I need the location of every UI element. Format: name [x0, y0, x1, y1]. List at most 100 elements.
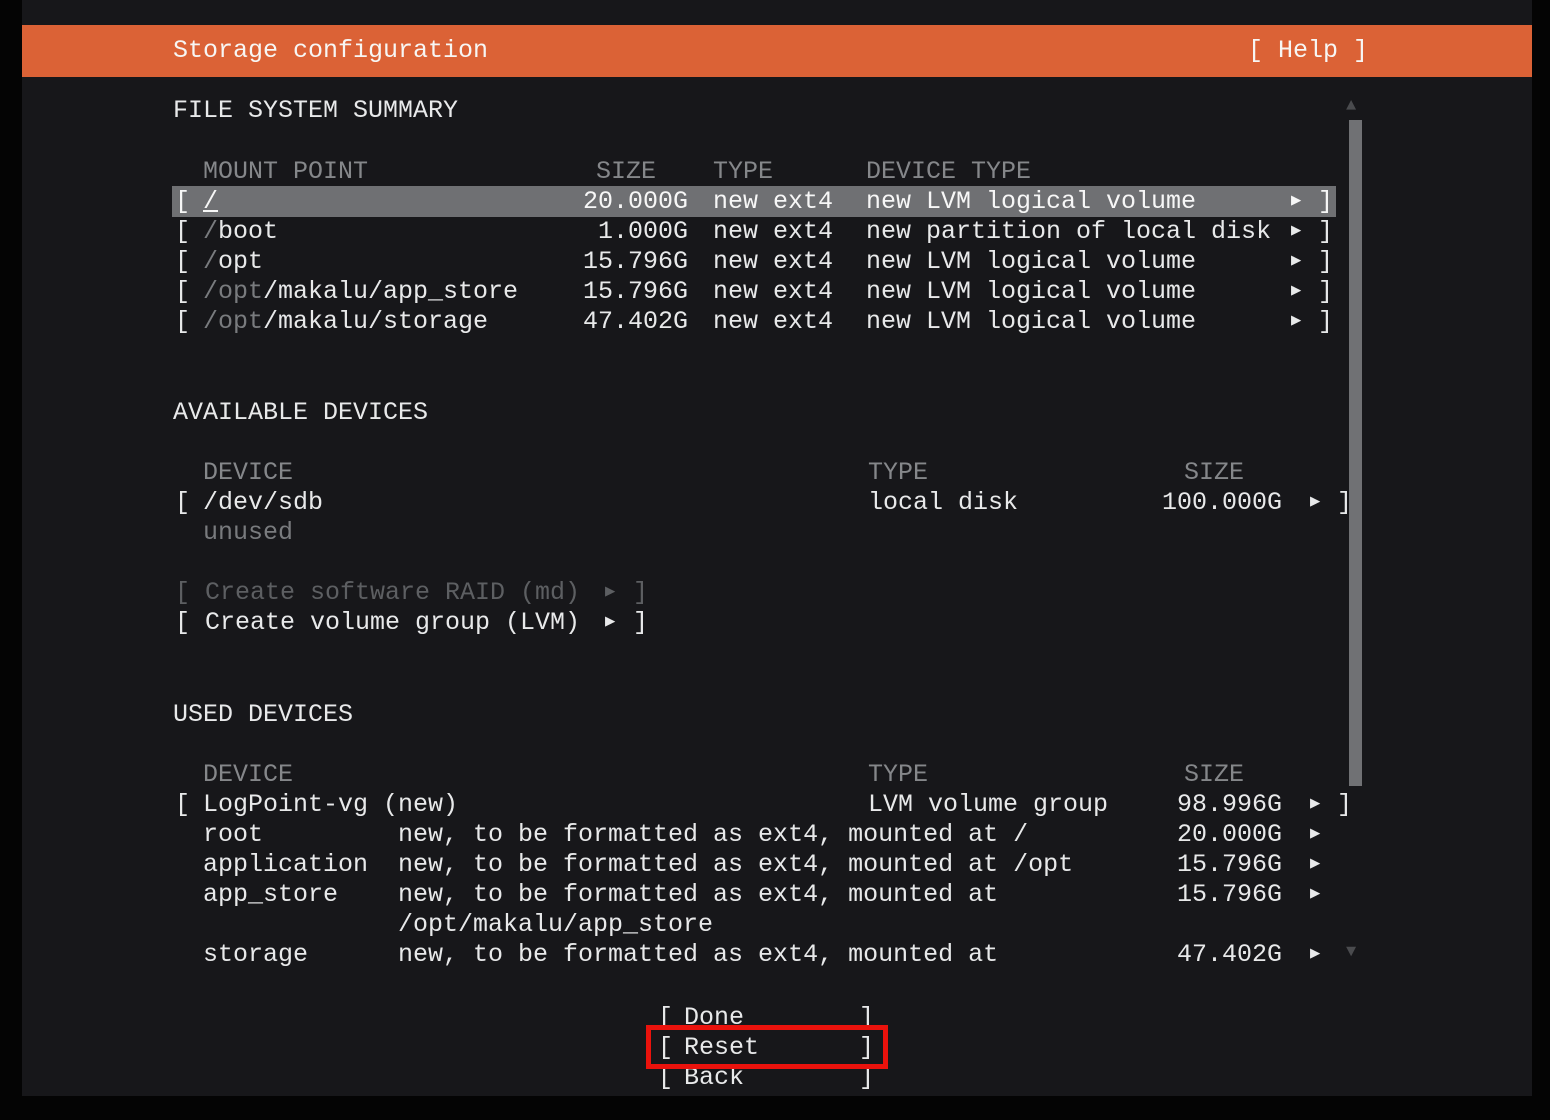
- size-value: 1.000G: [488, 217, 688, 247]
- mount-prefix: /opt: [203, 307, 263, 336]
- expand-arrow-icon: ▶: [1291, 217, 1301, 247]
- row-bracket: [: [175, 247, 190, 277]
- type-value: new ext4: [713, 277, 833, 307]
- fs-row-opt[interactable]: [ /opt 15.796G new ext4 new LVM logical …: [22, 247, 1532, 277]
- fs-summary-section: FILE SYSTEM SUMMARY: [22, 96, 1532, 126]
- row-bracket: ]: [633, 608, 648, 638]
- size-value: 98.996G: [1082, 790, 1282, 820]
- installer-screen: Storage configuration [ Help ] FILE SYST…: [22, 0, 1532, 1096]
- row-bracket: [: [175, 217, 190, 247]
- row-bracket: [: [175, 307, 190, 337]
- scrollbar-thumb[interactable]: [1349, 120, 1362, 786]
- create-volume-group-action[interactable]: [ Create volume group (LVM) ▶ ]: [22, 608, 1532, 638]
- volume-row-root[interactable]: root new, to be formatted as ext4, mount…: [22, 820, 1532, 850]
- expand-arrow-icon: ▶: [605, 608, 615, 638]
- row-bracket: [: [175, 488, 190, 518]
- type-value: new ext4: [713, 247, 833, 277]
- device-type-value: new LVM logical volume: [866, 277, 1196, 307]
- device-value: /dev/sdb: [203, 488, 323, 518]
- device-type-value: new LVM logical volume: [866, 247, 1196, 277]
- expand-arrow-icon: ▶: [1291, 247, 1301, 277]
- col-size: SIZE: [1184, 458, 1244, 488]
- used-devices-header-row: DEVICE TYPE SIZE: [22, 760, 1532, 790]
- create-volume-group-label: Create volume group (LVM): [205, 608, 580, 638]
- available-device-row-sdb[interactable]: [ /dev/sdb local disk 100.000G ▶ ]: [22, 488, 1532, 518]
- col-type: TYPE: [868, 458, 928, 488]
- mount-main: boot: [218, 217, 278, 246]
- col-device-type: DEVICE TYPE: [866, 157, 1031, 187]
- fs-summary-title: FILE SYSTEM SUMMARY: [173, 96, 458, 126]
- size-value: 47.402G: [1082, 940, 1282, 970]
- available-devices-title: AVAILABLE DEVICES: [173, 398, 428, 428]
- used-device-row-vg[interactable]: [ LogPoint-vg (new) LVM volume group 98.…: [22, 790, 1532, 820]
- col-mount-point: MOUNT POINT: [203, 157, 368, 187]
- type-value: new ext4: [713, 217, 833, 247]
- col-size: SIZE: [1184, 760, 1244, 790]
- fs-row-boot[interactable]: [ /boot 1.000G new ext4 new partition of…: [22, 217, 1532, 247]
- volume-name: root: [203, 820, 263, 850]
- row-bracket: [: [175, 790, 190, 820]
- volume-detail: new, to be formatted as ext4, mounted at: [398, 940, 998, 970]
- device-type-value: new LVM logical volume: [866, 307, 1196, 337]
- size-value: 47.402G: [488, 307, 688, 337]
- type-value: LVM volume group: [868, 790, 1108, 820]
- volume-row-application[interactable]: application new, to be formatted as ext4…: [22, 850, 1532, 880]
- volume-row-app-store[interactable]: app_store new, to be formatted as ext4, …: [22, 880, 1532, 910]
- mount-point-value: /: [203, 187, 218, 217]
- mount-main: opt: [218, 247, 263, 276]
- help-button-label[interactable]: Help: [1278, 25, 1338, 77]
- scroll-down-icon[interactable]: ▼: [1346, 944, 1356, 961]
- col-device: DEVICE: [203, 760, 293, 790]
- mount-prefix: /opt: [203, 277, 263, 306]
- title-bar: Storage configuration [ Help ]: [22, 25, 1532, 77]
- row-bracket: [: [175, 578, 190, 608]
- scroll-up-icon[interactable]: ▲: [1346, 98, 1356, 115]
- volume-name: application: [203, 850, 368, 880]
- size-value: 100.000G: [1082, 488, 1282, 518]
- size-value: 15.796G: [1082, 880, 1282, 910]
- volume-detail: new, to be formatted as ext4, mounted at: [398, 880, 998, 910]
- expand-arrow-icon: ▶: [605, 578, 615, 608]
- device-value: LogPoint-vg (new): [203, 790, 458, 820]
- device-type-value: new LVM logical volume: [866, 187, 1196, 217]
- expand-arrow-icon: ▶: [1310, 850, 1320, 880]
- expand-arrow-icon: ▶: [1310, 790, 1320, 820]
- mount-point-value: /opt/makalu/app_store: [203, 277, 518, 307]
- col-type: TYPE: [868, 760, 928, 790]
- expand-arrow-icon: ▶: [1291, 277, 1301, 307]
- mount-prefix: /: [203, 217, 218, 246]
- mount-main: /makalu/app_store: [263, 277, 518, 306]
- fs-row-app-store[interactable]: [ /opt/makalu/app_store 15.796G new ext4…: [22, 277, 1532, 307]
- row-bracket: [: [175, 187, 190, 217]
- type-value: new ext4: [713, 187, 833, 217]
- help-button-close[interactable]: ]: [1353, 25, 1368, 77]
- expand-arrow-icon: ▶: [1310, 940, 1320, 970]
- volume-name: storage: [203, 940, 308, 970]
- create-raid-action: [ Create software RAID (md) ▶ ]: [22, 578, 1532, 608]
- volume-row-storage[interactable]: storage new, to be formatted as ext4, mo…: [22, 940, 1532, 970]
- annotation-highlight-box: [646, 1025, 888, 1069]
- volume-detail-continued: /opt/makalu/app_store: [398, 910, 713, 940]
- volume-row-app-store-path: /opt/makalu/app_store: [22, 910, 1532, 940]
- device-type-value: new partition of local disk: [866, 217, 1271, 247]
- fs-summary-header-row: MOUNT POINT SIZE TYPE DEVICE TYPE: [22, 157, 1532, 187]
- row-bracket: [: [175, 608, 190, 638]
- fs-row-storage[interactable]: [ /opt/makalu/storage 47.402G new ext4 n…: [22, 307, 1532, 337]
- mount-main: /makalu/storage: [263, 307, 488, 336]
- size-value: 15.796G: [488, 277, 688, 307]
- size-value: 15.796G: [488, 247, 688, 277]
- expand-arrow-icon: ▶: [1291, 187, 1301, 217]
- size-value: 20.000G: [1082, 820, 1282, 850]
- expand-arrow-icon: ▶: [1310, 880, 1320, 910]
- volume-detail: new, to be formatted as ext4, mounted at…: [398, 850, 1073, 880]
- device-note-row: unused: [22, 518, 1532, 548]
- col-device: DEVICE: [203, 458, 293, 488]
- create-raid-label: Create software RAID (md): [205, 578, 580, 608]
- row-bracket: [: [175, 277, 190, 307]
- help-button[interactable]: [: [1248, 25, 1263, 77]
- available-devices-header-row: DEVICE TYPE SIZE: [22, 458, 1532, 488]
- size-value: 20.000G: [488, 187, 688, 217]
- fs-row-root[interactable]: [ / 20.000G new ext4 new LVM logical vol…: [22, 187, 1532, 217]
- row-bracket: ]: [1318, 307, 1333, 337]
- mount-point-value: /boot: [203, 217, 278, 247]
